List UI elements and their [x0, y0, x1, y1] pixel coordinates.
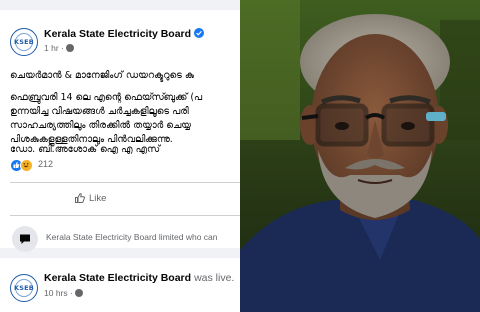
post-timestamp[interactable]: 1 hr · [44, 43, 74, 53]
post-text-line-2: ഫെബ്രുവരി 14 ലെ എന്റെ ഫെയ്സ്ബുക്ക് (പ [10, 92, 203, 103]
facebook-post-screenshot: KSEB Kerala State Electricity Board 1 hr… [0, 0, 240, 312]
post-text-line-1: ചെയർമാൻ & മാനേജിംഗ് ഡയറക്ടറുടെ കു [10, 70, 194, 81]
divider [10, 182, 240, 183]
post-signature: ഡോ. ബി.അശോക് ഐ എ എസ് [10, 144, 161, 155]
globe-icon [65, 44, 74, 52]
like-label: Like [89, 193, 107, 204]
post-text-line-3: ഉന്നയിച്ച വിഷയങ്ങൾ ചർച്ചകളിലൂടെ പരി [10, 106, 189, 117]
page-name-link[interactable]: Kerala State Electricity Board [44, 28, 205, 40]
ksebl-logo-avatar[interactable]: KSEB [10, 28, 38, 56]
comment-icon[interactable] [12, 226, 38, 252]
second-post-timestamp[interactable]: 10 hrs · [44, 288, 83, 298]
page-name-text: Kerala State Electricity Board [44, 272, 192, 284]
globe-icon [74, 289, 83, 297]
post-time-text: 10 hrs [44, 288, 68, 298]
second-post-card: KSEB Kerala State Electricity Board was l… [0, 258, 240, 312]
second-post-header[interactable]: Kerala State Electricity Board was live. [44, 272, 234, 284]
person-photo [240, 0, 480, 312]
page-name-text: Kerala State Electricity Board [44, 28, 192, 40]
thumbs-up-icon [75, 193, 85, 203]
divider [10, 215, 240, 216]
reaction-count: 212 [38, 159, 54, 169]
haha-reaction-icon [20, 159, 33, 172]
like-button[interactable]: Like [74, 192, 106, 208]
verified-icon [194, 28, 205, 38]
post-card: KSEB Kerala State Electricity Board 1 hr… [0, 10, 240, 252]
post-time-text: 1 hr [44, 43, 59, 53]
post-text-line-4: സാഹചര്യത്തിലും തിരക്കിൽ തയ്യാർ ചെയ്യ [10, 120, 191, 131]
live-status-text: was live. [194, 272, 235, 284]
ksebl-logo-avatar[interactable]: KSEB [10, 274, 38, 302]
comment-restriction-text: Kerala State Electricity Board limited w… [46, 232, 218, 242]
